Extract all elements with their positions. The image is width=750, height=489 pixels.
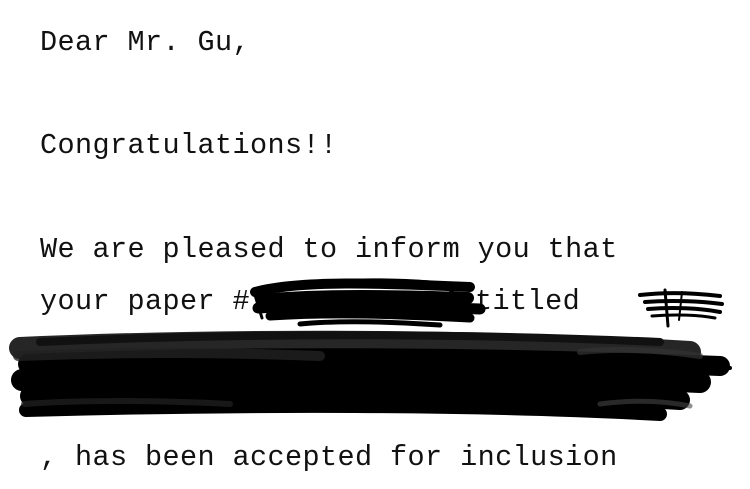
title-redaction: [638, 288, 724, 328]
redaction-scribbles: [9, 278, 732, 421]
title-block-redaction: [9, 330, 732, 421]
paper-number-redaction: [250, 278, 486, 328]
